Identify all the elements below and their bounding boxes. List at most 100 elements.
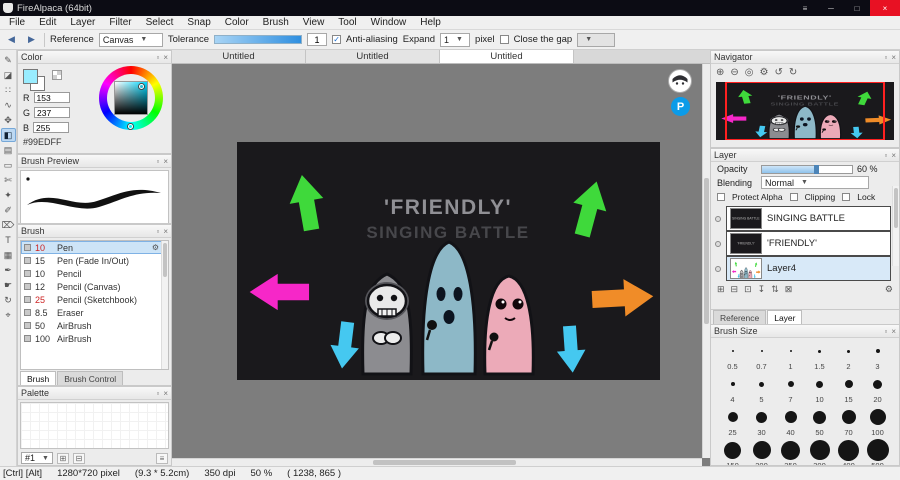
brush-size-option[interactable]: 10 [805, 373, 834, 406]
canvas-artwork[interactable] [237, 142, 660, 380]
reference-select[interactable]: Canvas ▼ [98, 32, 163, 47]
brush-size-option[interactable]: 0.7 [747, 340, 776, 373]
b-input[interactable] [33, 122, 70, 133]
brush-item[interactable]: 100 AirBrush [21, 332, 168, 345]
gradient-tool[interactable]: ▤ [1, 143, 16, 157]
brush-size-option[interactable]: 2 [834, 340, 863, 373]
dot-tool[interactable]: ∷ [1, 83, 16, 97]
brush-size-option[interactable]: 70 [834, 406, 863, 439]
palette-menu-icon[interactable]: ≡ [156, 452, 168, 464]
layer-visibility-icon[interactable] [715, 240, 721, 247]
panel-close-icon[interactable]: × [163, 227, 168, 236]
eyedropper-tool[interactable]: ✒ [1, 263, 16, 277]
tab-reference[interactable]: Reference [713, 310, 767, 324]
panel-close-icon[interactable]: × [891, 53, 896, 62]
brush-item[interactable]: 50 AirBrush [21, 319, 168, 332]
tab-layer[interactable]: Layer [767, 310, 803, 324]
new-layer-icon[interactable]: ⊞ [717, 284, 725, 295]
brush-size-option[interactable]: 25 [718, 406, 747, 439]
brush-size-option[interactable]: 100 [863, 406, 892, 439]
protect-alpha-checkbox[interactable] [717, 193, 725, 201]
transparent-color-swatch[interactable] [52, 70, 62, 80]
panel-float-icon[interactable]: ▫ [156, 389, 159, 398]
antialiasing-checkbox[interactable]: ✓ [332, 35, 342, 44]
layer-row[interactable]: 'FRIENDLY' 'FRIENDLY' [713, 231, 891, 256]
menu-filter[interactable]: Filter [102, 17, 138, 28]
menu-file[interactable]: File [2, 17, 32, 28]
select-eraser-tool[interactable]: ⌦ [1, 218, 16, 232]
menu-select[interactable]: Select [139, 17, 181, 28]
panel-float-icon[interactable]: ▫ [156, 157, 159, 166]
layer-visibility-icon[interactable] [715, 215, 721, 222]
palette-page-select[interactable]: #1 ▼ [21, 452, 53, 464]
eraser-tool[interactable]: ◪ [1, 68, 16, 82]
layer-row[interactable]: SINGING BATTLE SINGING BATTLE [713, 206, 891, 231]
brush-size-option[interactable]: 150 [718, 439, 747, 465]
minimize-button[interactable]: ─ [818, 0, 844, 16]
move-tool[interactable]: ✥ [1, 113, 16, 127]
add-swatch-icon[interactable]: ⊞ [57, 452, 69, 464]
hand-tool[interactable]: ☛ [1, 278, 16, 292]
brush-size-option[interactable]: 400 [834, 439, 863, 465]
panel-float-icon[interactable]: ▫ [156, 227, 159, 236]
gear-icon[interactable]: ⚙ [760, 67, 769, 78]
rotate-view-tool[interactable]: ↻ [1, 293, 16, 307]
new-folder-icon[interactable]: ⊟ [731, 284, 739, 295]
menu-edit[interactable]: Edit [32, 17, 63, 28]
expand-select[interactable]: 1 ▼ [440, 32, 471, 47]
clipping-checkbox[interactable] [789, 193, 798, 201]
user-avatar[interactable] [668, 69, 692, 93]
brush-tool[interactable]: ✎ [1, 53, 16, 67]
sv-selector-dot[interactable] [139, 84, 144, 89]
brush-size-option[interactable]: 300 [805, 439, 834, 465]
brush-settings-icon[interactable]: ⚙ [152, 243, 159, 252]
zoom-in-icon[interactable]: ⊕ [716, 67, 724, 78]
menu-snap[interactable]: Snap [180, 17, 217, 28]
close-gap-checkbox[interactable] [499, 35, 509, 44]
panel-close-icon[interactable]: × [163, 53, 168, 62]
brush-size-option[interactable]: 7 [776, 373, 805, 406]
delete-layer-icon[interactable]: ⊠ [785, 284, 793, 295]
document-tab-3[interactable]: Untitled [440, 50, 574, 63]
tab-brush[interactable]: Brush [20, 371, 57, 385]
brush-item[interactable]: 8.5 Eraser [21, 306, 168, 319]
primary-color-swatch[interactable] [23, 69, 38, 84]
canvas-horizontal-scrollbar[interactable] [172, 458, 702, 466]
duplicate-layer-icon[interactable]: ⊡ [744, 284, 752, 295]
lasso-tool[interactable]: ✄ [1, 173, 16, 187]
menu-color[interactable]: Color [218, 17, 256, 28]
r-input[interactable] [33, 92, 70, 103]
panel-float-icon[interactable]: ▫ [884, 151, 887, 160]
hue-selector-dot[interactable] [128, 124, 133, 129]
rotate-ccw-icon[interactable]: ↺ [774, 67, 782, 78]
opacity-slider[interactable] [761, 164, 853, 174]
navigator-view-rect[interactable] [725, 82, 885, 140]
snap-tool[interactable]: ⌖ [1, 308, 16, 322]
restore-button[interactable]: □ [844, 0, 870, 16]
finger-tool[interactable]: ∿ [1, 98, 16, 112]
remove-swatch-icon[interactable]: ⊟ [73, 452, 85, 464]
brush-item[interactable]: 10 Pen ⚙ [21, 241, 168, 254]
layer-settings-icon[interactable]: ⚙ [885, 284, 893, 295]
panel-close-icon[interactable]: × [163, 389, 168, 398]
color-wheel[interactable] [99, 66, 163, 130]
tab-brush-control[interactable]: Brush Control [57, 371, 124, 385]
layer-row[interactable]: Layer4 [713, 256, 891, 281]
blending-select[interactable]: Normal ▼ [761, 176, 869, 189]
brush-size-option[interactable]: 1.5 [805, 340, 834, 373]
menu-brush[interactable]: Brush [256, 17, 296, 28]
move-layer-icon[interactable]: ⇅ [771, 284, 779, 295]
brush-size-option[interactable]: 20 [863, 373, 892, 406]
brush-size-option[interactable]: 4 [718, 373, 747, 406]
canvas-workspace[interactable]: P [172, 64, 710, 466]
palette-grid[interactable] [20, 402, 169, 449]
layer-visibility-icon[interactable] [715, 265, 721, 272]
menu-window[interactable]: Window [364, 17, 414, 28]
brush-size-option[interactable]: 40 [776, 406, 805, 439]
brush-size-option[interactable]: 50 [805, 406, 834, 439]
document-tab-2[interactable]: Untitled [306, 50, 440, 63]
menu-view[interactable]: View [296, 17, 332, 28]
divide-tool[interactable]: ▦ [1, 248, 16, 262]
brush-size-option[interactable]: 15 [834, 373, 863, 406]
brush-size-option[interactable]: 250 [776, 439, 805, 465]
